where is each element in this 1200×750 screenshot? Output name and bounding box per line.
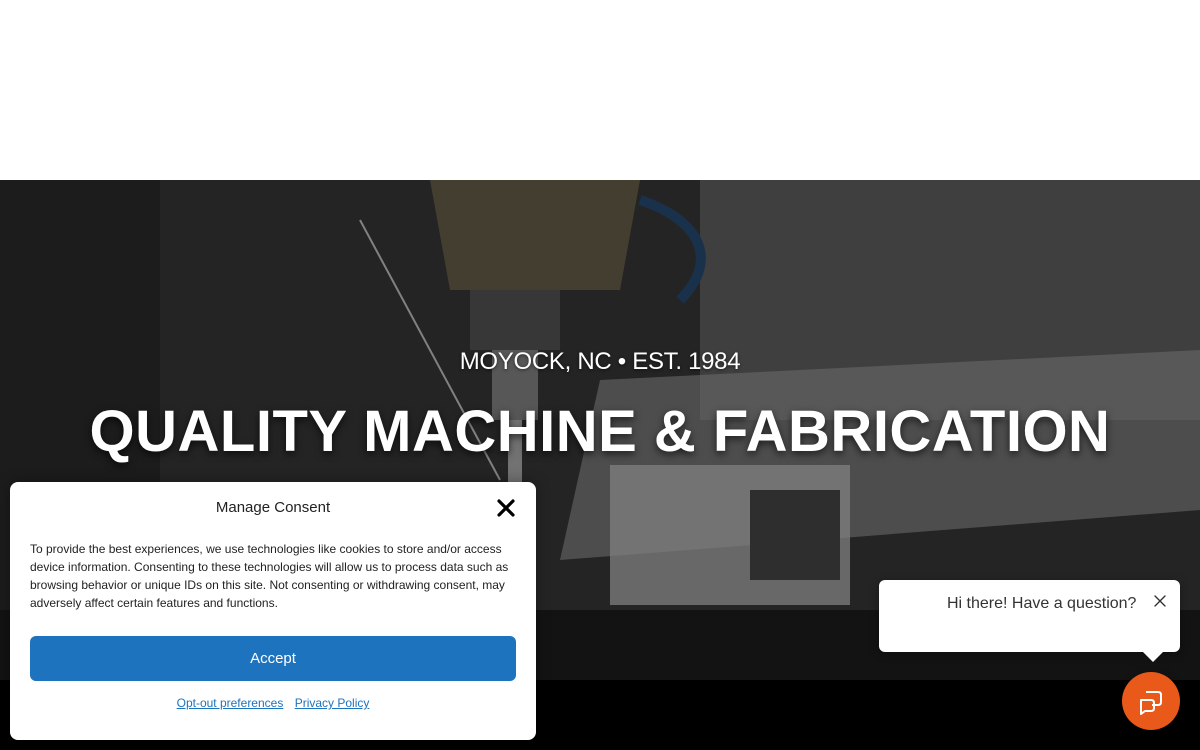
- opt-out-preferences-link[interactable]: Opt-out preferences: [177, 696, 284, 710]
- close-icon[interactable]: [494, 496, 518, 520]
- consent-links: Opt-out preferences Privacy Policy: [10, 696, 536, 710]
- chat-icon: [1140, 691, 1162, 715]
- hero-subtitle: MOYOCK, NC • EST. 1984: [459, 348, 741, 375]
- privacy-policy-link[interactable]: Privacy Policy: [295, 696, 370, 710]
- chat-greeting-text: Hi there! Have a question?: [947, 595, 1137, 612]
- chat-launcher-button[interactable]: [1122, 672, 1180, 730]
- consent-title: Manage Consent: [215, 499, 331, 516]
- close-icon[interactable]: [1152, 593, 1168, 609]
- consent-dialog: Manage Consent To provide the best exper…: [10, 482, 536, 740]
- accept-button[interactable]: Accept: [30, 636, 516, 681]
- consent-body: To provide the best experiences, we use …: [30, 542, 509, 610]
- chat-greeting-bubble[interactable]: Hi there! Have a question?: [879, 580, 1180, 662]
- site-header: [0, 0, 1200, 180]
- hero-title: QUALITY MACHINE & FABRICATION: [89, 399, 1111, 464]
